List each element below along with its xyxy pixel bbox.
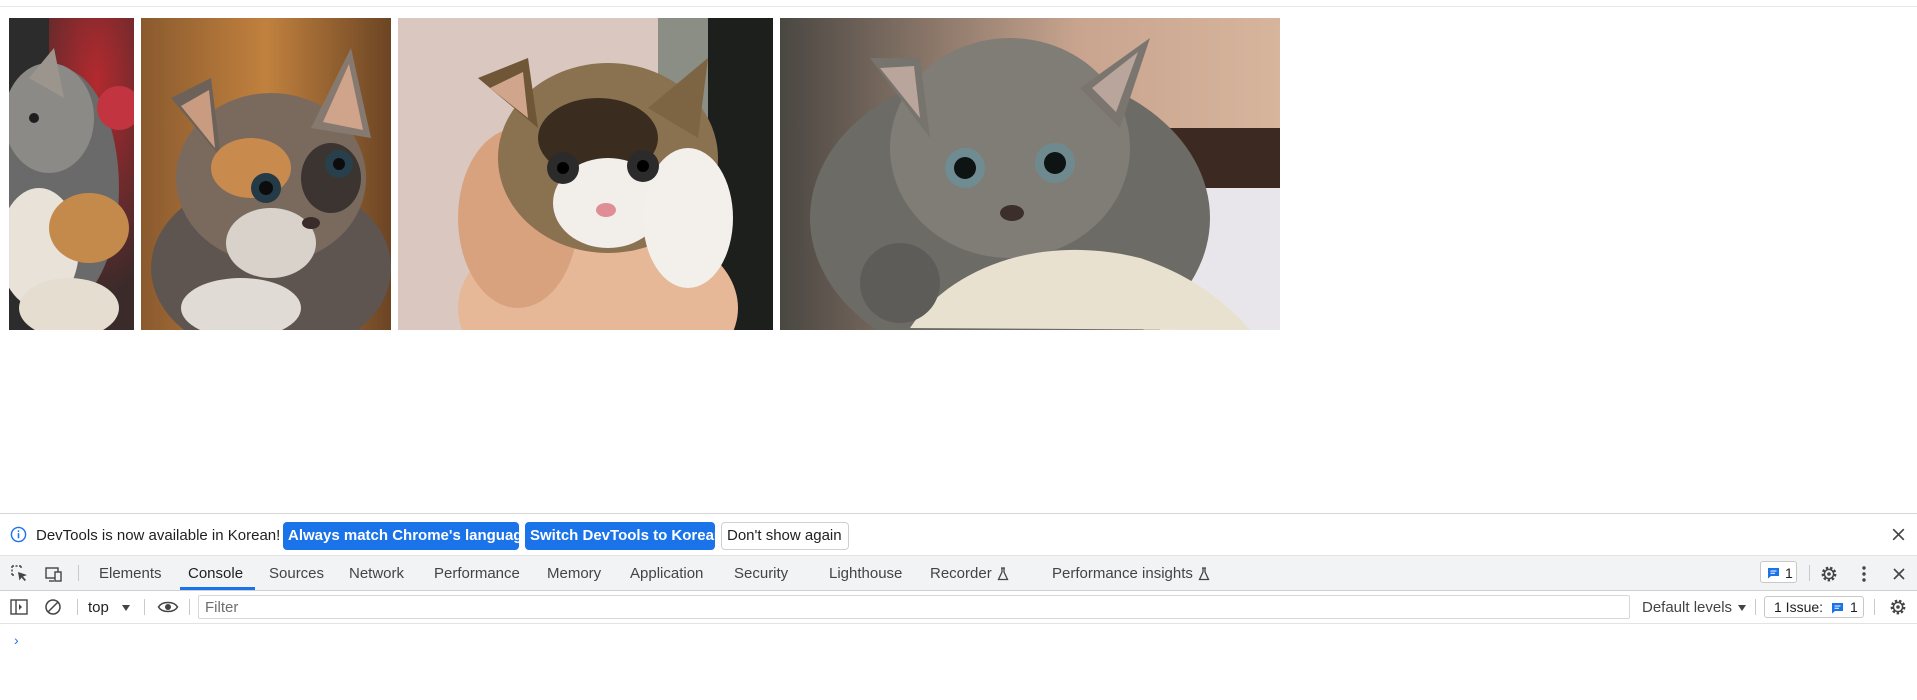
toolbar-separator (189, 599, 190, 615)
close-infobar-icon[interactable] (1890, 526, 1907, 543)
page-top-border (0, 6, 1917, 7)
active-tab-indicator (180, 587, 255, 590)
tab-lighthouse[interactable]: Lighthouse (829, 556, 902, 590)
issues-button[interactable]: 1 Issue: 1 (1764, 596, 1864, 618)
devtools-tabbar: Elements Console Sources Network Perform… (0, 556, 1917, 591)
console-filter-input[interactable] (198, 595, 1630, 619)
tabbar-separator (1809, 565, 1810, 581)
flask-icon (1198, 567, 1210, 581)
device-toolbar-icon[interactable] (44, 564, 64, 584)
settings-gear-icon[interactable] (1819, 564, 1839, 584)
always-match-language-button[interactable]: Always match Chrome's language (283, 522, 531, 550)
flask-icon (997, 567, 1009, 581)
toolbar-separator (77, 599, 78, 615)
live-expression-eye-icon[interactable] (157, 597, 179, 617)
issues-label: 1 Issue: (1774, 599, 1824, 615)
kitten-photo-1[interactable] (9, 18, 134, 330)
console-settings-gear-icon[interactable] (1888, 597, 1908, 617)
tabbar-separator (78, 565, 79, 581)
tab-network[interactable]: Network (349, 556, 404, 590)
infobar-message: DevTools is now available in Korean! (36, 527, 281, 544)
tab-performance-insights[interactable]: Performance insights (1052, 556, 1193, 590)
kitten-photo-3[interactable] (398, 18, 773, 330)
kitten-photo-4[interactable] (780, 18, 1280, 330)
messages-badge[interactable]: 1 (1760, 561, 1797, 583)
show-sidebar-icon[interactable] (9, 597, 29, 617)
levels-dropdown-icon[interactable] (1738, 605, 1746, 611)
tab-security[interactable]: Security (734, 556, 788, 590)
more-options-icon[interactable] (1854, 564, 1874, 584)
context-selector[interactable]: top (88, 599, 109, 616)
message-icon (1768, 568, 1779, 579)
info-icon (10, 526, 27, 543)
tab-application[interactable]: Application (630, 556, 703, 590)
context-dropdown-icon[interactable] (122, 605, 130, 611)
kitten-photo-2[interactable] (141, 18, 391, 330)
tab-memory[interactable]: Memory (547, 556, 601, 590)
issues-count: 1 (1850, 599, 1858, 615)
clear-console-icon[interactable] (43, 597, 63, 617)
switch-to-korean-button[interactable]: Switch DevTools to Korean (525, 522, 723, 550)
tab-recorder[interactable]: Recorder (930, 556, 992, 590)
kitten-image-strip (0, 18, 1917, 330)
console-prompt-chevron[interactable]: › (14, 632, 19, 648)
tab-console[interactable]: Console (188, 556, 243, 590)
language-infobar: DevTools is now available in Korean! Alw… (0, 514, 1917, 556)
toolbar-separator (1874, 599, 1875, 615)
toolbar-separator (1755, 599, 1756, 615)
inspect-element-icon[interactable] (10, 564, 30, 584)
dont-show-again-button[interactable]: Don't show again (721, 522, 849, 550)
devtools-panel: DevTools is now available in Korean! Alw… (0, 513, 1917, 700)
messages-count: 1 (1785, 565, 1793, 581)
toolbar-separator (144, 599, 145, 615)
tab-elements[interactable]: Elements (99, 556, 162, 590)
tab-performance[interactable]: Performance (434, 556, 520, 590)
close-devtools-icon[interactable] (1889, 564, 1909, 584)
console-toolbar: top Default levels 1 Issue: 1 (0, 591, 1917, 624)
message-icon (1832, 603, 1843, 614)
tab-sources[interactable]: Sources (269, 556, 324, 590)
log-levels-dropdown[interactable]: Default levels (1642, 599, 1732, 616)
